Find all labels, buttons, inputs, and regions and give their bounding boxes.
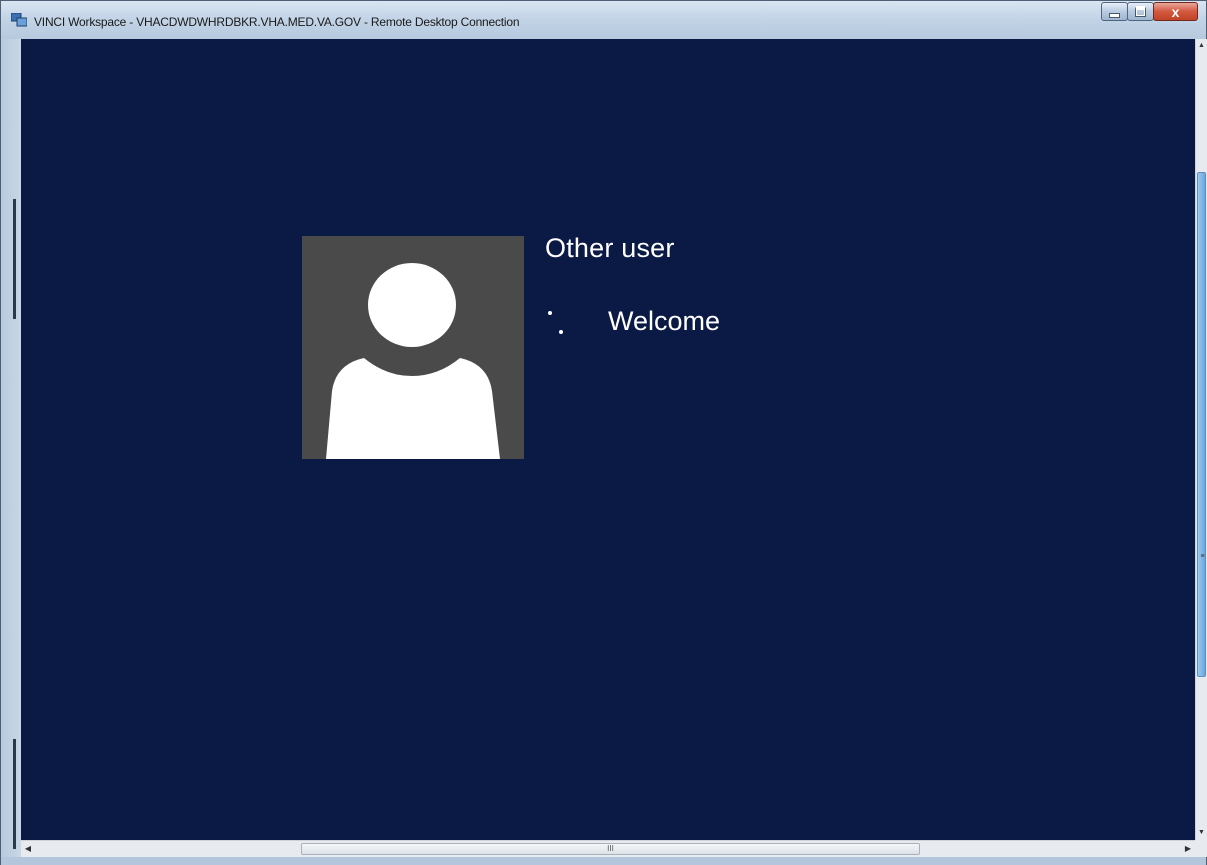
caption-buttons: x [1101, 2, 1198, 21]
left-frame [1, 39, 21, 857]
user-silhouette-icon [326, 263, 500, 459]
bottom-frame [1, 857, 1206, 865]
spinner-dot [548, 311, 552, 315]
loading-spinner-icon [546, 309, 566, 335]
close-button[interactable]: x [1153, 2, 1198, 21]
close-icon: x [1171, 3, 1180, 20]
scroll-down-icon[interactable]: ▼ [1196, 826, 1207, 840]
scroll-left-icon[interactable]: ◀ [21, 841, 35, 857]
frame-shadow [13, 739, 16, 849]
frame-shadow [13, 199, 16, 319]
scroll-up-icon[interactable]: ▲ [1196, 39, 1207, 53]
spinner-dot [559, 330, 563, 334]
vertical-grip-icon: ≡ [1200, 553, 1205, 560]
vertical-scrollbar[interactable]: ▲ ≡ ▼ [1195, 39, 1207, 840]
horizontal-grip-icon: III [607, 844, 614, 853]
user-avatar[interactable] [302, 236, 524, 459]
title-bar[interactable]: VINCI Workspace - VHACDWDWHRDBKR.VHA.MED… [1, 1, 1206, 39]
minimize-icon [1109, 12, 1120, 18]
remote-desktop-icon [11, 13, 27, 27]
rdp-window: VINCI Workspace - VHACDWDWHRDBKR.VHA.MED… [0, 0, 1207, 865]
scroll-right-icon[interactable]: ▶ [1181, 841, 1195, 857]
horizontal-scrollbar[interactable]: ◀ III ▶ [21, 840, 1195, 857]
user-name: Other user [545, 233, 675, 263]
status-message: Welcome [608, 306, 721, 336]
maximize-button[interactable] [1127, 2, 1154, 21]
size-grip[interactable] [1195, 840, 1207, 857]
remote-desktop-area[interactable]: Other user Welcome [21, 39, 1195, 840]
maximize-icon [1135, 6, 1146, 17]
vertical-scroll-thumb[interactable]: ≡ [1197, 172, 1206, 677]
minimize-button[interactable] [1101, 2, 1128, 21]
horizontal-scroll-thumb[interactable]: III [301, 843, 920, 855]
window-title: VINCI Workspace - VHACDWDWHRDBKR.VHA.MED… [34, 15, 520, 29]
